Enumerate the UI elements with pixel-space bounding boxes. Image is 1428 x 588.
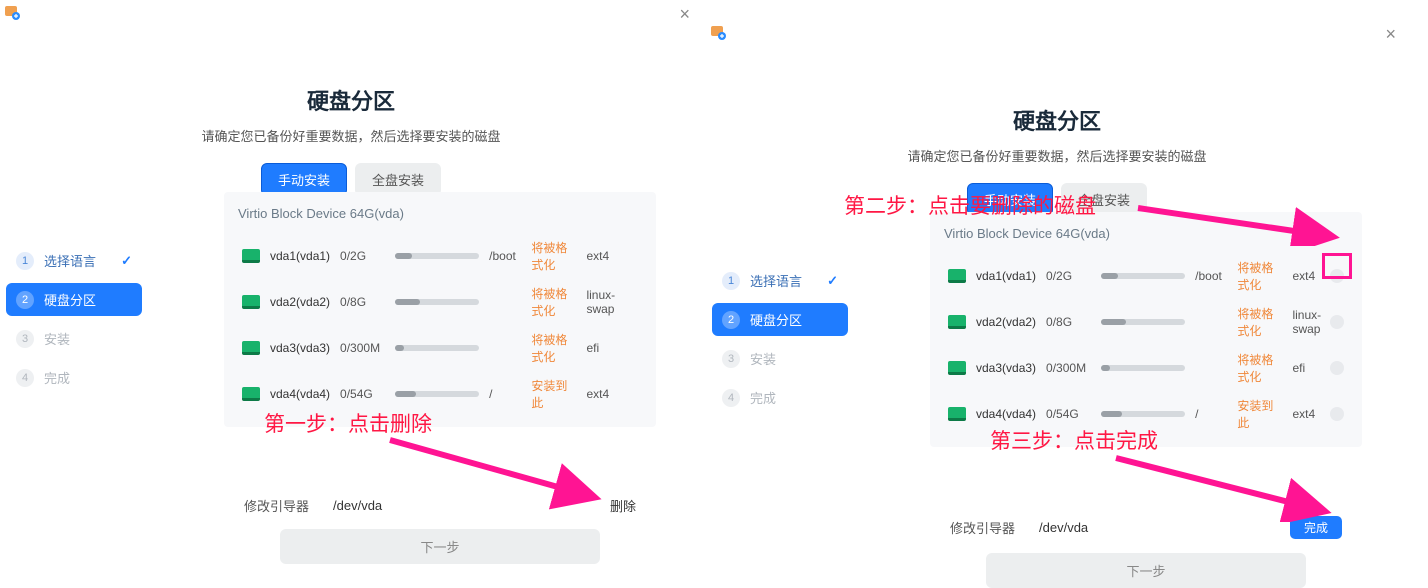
sidebar-item-finish[interactable]: 4 完成 — [712, 381, 848, 414]
page-subtitle: 请确定您已备份好重要数据，然后选择要安装的磁盘 — [0, 126, 702, 145]
check-icon: ✓ — [121, 253, 132, 269]
app-logo-icon — [4, 4, 20, 20]
usage-bar — [395, 345, 479, 351]
bottom-bar: 修改引导器 /dev/vda 删除 下一步 — [224, 490, 656, 564]
next-button[interactable]: 下一步 — [986, 553, 1306, 588]
sidebar-item-partition[interactable]: 2 硬盘分区 — [6, 283, 142, 316]
partition-row[interactable]: vda2(vda2) 0/8G 将被格式化 linux-swap — [944, 299, 1348, 345]
bottom-bar: 修改引导器 /dev/vda 完成 下一步 — [930, 510, 1362, 588]
highlight-box — [1322, 253, 1352, 279]
sidebar-item-language[interactable]: 1 选择语言 ✓ — [6, 244, 142, 277]
usage-bar — [1101, 273, 1185, 279]
partition-row[interactable]: vda3(vda3) 0/300M 将被格式化 efi — [238, 325, 642, 371]
usage-bar — [1101, 365, 1185, 371]
disk-title: Virtio Block Device 64G(vda) — [238, 206, 642, 221]
annotation-step2: 第二步：点击要删除的磁盘 — [844, 190, 1096, 220]
row-select-radio[interactable] — [1330, 315, 1344, 329]
sidebar-item-label: 安装 — [44, 329, 70, 348]
disk-icon — [948, 361, 966, 375]
annotation-step3: 第三步：点击完成 — [990, 425, 1158, 455]
close-icon[interactable]: × — [1385, 24, 1396, 45]
partition-row[interactable]: vda3(vda3) 0/300M 将被格式化 efi — [944, 345, 1348, 391]
sidebar-item-label: 硬盘分区 — [44, 290, 96, 309]
row-select-radio[interactable] — [1330, 361, 1344, 375]
partition-row[interactable]: vda2(vda2) 0/8G 将被格式化 linux-swap — [238, 279, 642, 325]
delete-button[interactable]: 删除 — [610, 496, 636, 515]
sidebar-item-label: 完成 — [750, 388, 776, 407]
page-subtitle: 请确定您已备份好重要数据，然后选择要安装的磁盘 — [706, 146, 1408, 165]
usage-bar — [395, 253, 479, 259]
disk-icon — [948, 315, 966, 329]
disk-icon — [242, 295, 260, 309]
disk-panel: Virtio Block Device 64G(vda) vda1(vda1) … — [930, 212, 1362, 447]
done-button[interactable]: 完成 — [1290, 516, 1342, 539]
sidebar-item-label: 硬盘分区 — [750, 310, 802, 329]
sidebar-item-label: 完成 — [44, 368, 70, 387]
disk-icon — [948, 269, 966, 283]
sidebar-item-label: 选择语言 — [44, 251, 96, 270]
app-logo-icon — [710, 24, 726, 40]
partition-row[interactable]: vda1(vda1) 0/2G /boot 将被格式化 ext4 — [944, 253, 1348, 299]
disk-icon — [948, 407, 966, 421]
sidebar-item-partition[interactable]: 2 硬盘分区 — [712, 303, 848, 336]
step-sidebar: 1 选择语言 ✓ 2 硬盘分区 3 安装 4 完成 — [6, 244, 142, 400]
sidebar-item-label: 安装 — [750, 349, 776, 368]
annotation-step1: 第一步：点击删除 — [264, 408, 432, 438]
partition-row[interactable]: vda1(vda1) 0/2G /boot 将被格式化 ext4 — [238, 233, 642, 279]
bootloader-value[interactable]: /dev/vda — [1039, 520, 1088, 535]
disk-title: Virtio Block Device 64G(vda) — [944, 226, 1348, 241]
usage-bar — [1101, 319, 1185, 325]
disk-panel: Virtio Block Device 64G(vda) vda1(vda1) … — [224, 192, 656, 427]
sidebar-item-install[interactable]: 3 安装 — [712, 342, 848, 375]
check-icon: ✓ — [827, 273, 838, 289]
step-sidebar: 1 选择语言 ✓ 2 硬盘分区 3 安装 4 完成 — [712, 264, 848, 420]
sidebar-item-label: 选择语言 — [750, 271, 802, 290]
close-icon[interactable]: × — [679, 4, 690, 25]
sidebar-item-finish[interactable]: 4 完成 — [6, 361, 142, 394]
bootloader-label: 修改引导器 — [950, 518, 1015, 537]
disk-icon — [242, 341, 260, 355]
bootloader-value[interactable]: /dev/vda — [333, 498, 382, 513]
page-title: 硬盘分区 — [0, 84, 702, 116]
usage-bar — [395, 391, 479, 397]
installer-window-right: × 硬盘分区 请确定您已备份好重要数据，然后选择要安装的磁盘 手动安装 全盘安装… — [706, 20, 1408, 580]
disk-icon — [242, 249, 260, 263]
usage-bar — [1101, 411, 1185, 417]
sidebar-item-install[interactable]: 3 安装 — [6, 322, 142, 355]
usage-bar — [395, 299, 479, 305]
next-button[interactable]: 下一步 — [280, 529, 600, 564]
installer-window-left: × 硬盘分区 请确定您已备份好重要数据，然后选择要安装的磁盘 手动安装 全盘安装… — [0, 0, 702, 560]
page-title: 硬盘分区 — [706, 104, 1408, 136]
row-select-radio[interactable] — [1330, 407, 1344, 421]
bootloader-label: 修改引导器 — [244, 496, 309, 515]
sidebar-item-language[interactable]: 1 选择语言 ✓ — [712, 264, 848, 297]
disk-icon — [242, 387, 260, 401]
